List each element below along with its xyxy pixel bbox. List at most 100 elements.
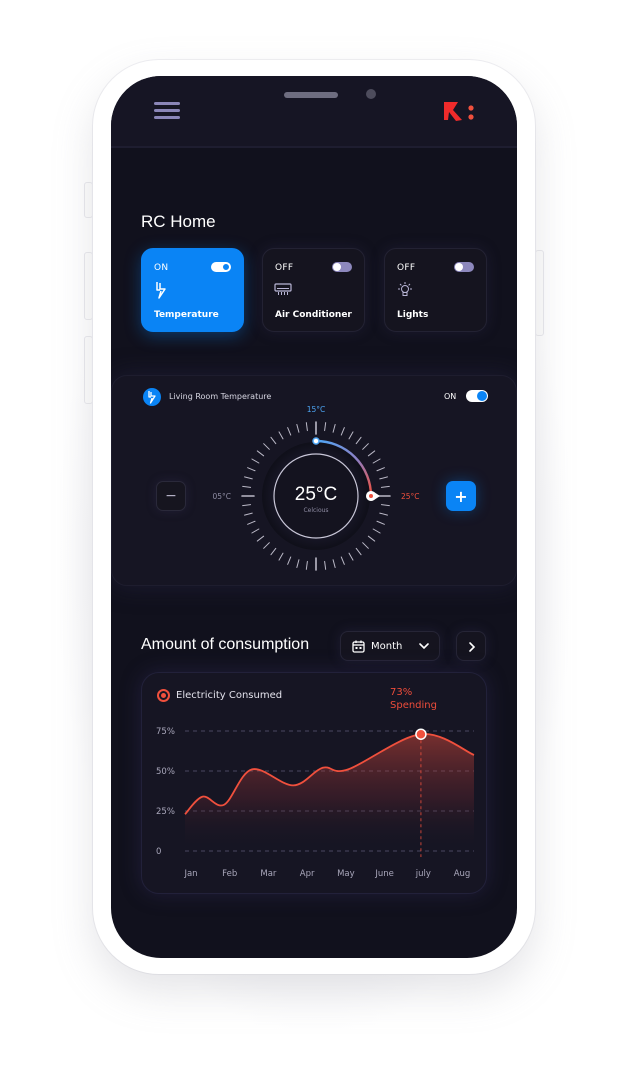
dial-tick bbox=[372, 528, 381, 534]
dial-tick bbox=[278, 552, 284, 561]
dial-tick bbox=[379, 512, 388, 516]
side-button-mute bbox=[84, 182, 93, 218]
dial-tick bbox=[367, 450, 376, 457]
device-toggle[interactable] bbox=[211, 262, 231, 272]
consumption-area bbox=[185, 733, 474, 851]
next-period-button[interactable] bbox=[456, 631, 486, 661]
x-tick-label: Apr bbox=[300, 869, 315, 879]
device-toggle[interactable] bbox=[454, 262, 474, 272]
dial-tick bbox=[287, 556, 292, 565]
legend-label: Electricity Consumed bbox=[176, 690, 283, 701]
dial-tick bbox=[247, 520, 256, 525]
dial-tick bbox=[372, 458, 381, 464]
dial-tick bbox=[270, 436, 277, 445]
side-button-volume-down bbox=[84, 336, 93, 404]
decrease-temperature-button[interactable]: − bbox=[156, 481, 186, 511]
x-tick-label: Mar bbox=[260, 869, 277, 879]
calendar-icon bbox=[352, 640, 365, 653]
x-tick-label: June bbox=[374, 869, 394, 879]
dial-unit-label: Celcious bbox=[303, 507, 328, 514]
x-tick-label: july bbox=[415, 869, 431, 879]
dial-tick bbox=[362, 542, 369, 549]
dial-tick bbox=[348, 431, 354, 440]
dial-tick bbox=[296, 559, 300, 568]
dial-tick bbox=[362, 443, 369, 450]
dial-tick bbox=[244, 512, 253, 516]
dial-tick bbox=[287, 427, 292, 436]
device-card-lights[interactable]: OFF Lights bbox=[384, 248, 487, 332]
x-tick-label: Jan bbox=[183, 869, 197, 879]
device-state: ON bbox=[154, 263, 169, 273]
y-tick-label: 0 bbox=[156, 847, 161, 857]
dial-tick bbox=[379, 476, 388, 480]
dial-tick bbox=[324, 560, 327, 570]
air-conditioner-icon bbox=[274, 283, 292, 295]
dial-tick bbox=[355, 436, 362, 445]
device-label: Lights bbox=[397, 310, 429, 320]
device-state: OFF bbox=[275, 263, 294, 273]
device-toggle[interactable] bbox=[332, 262, 352, 272]
device-card-air-conditioner[interactable]: OFF Air Conditioner bbox=[262, 248, 365, 332]
dial-tick bbox=[247, 467, 256, 472]
consumption-title: Amount of consumption bbox=[141, 636, 310, 653]
device-card-temperature[interactable]: ON Temperature bbox=[141, 248, 244, 332]
device-label: Temperature bbox=[154, 310, 219, 320]
dial-target-label: 25°C bbox=[401, 492, 420, 501]
lightning-icon bbox=[156, 282, 166, 299]
dial-tick bbox=[251, 528, 260, 534]
dial-tick bbox=[244, 476, 253, 480]
thermostat-title: Living Room Temperature bbox=[169, 392, 272, 401]
dial-tick bbox=[380, 504, 390, 507]
dial-tick bbox=[278, 431, 284, 440]
annotation-point bbox=[415, 728, 427, 740]
home-title: RC Home bbox=[141, 212, 216, 231]
device-state: OFF bbox=[397, 263, 416, 273]
dial-top-label: 15°C bbox=[307, 405, 326, 414]
dial-tick bbox=[332, 559, 336, 568]
dial-tick bbox=[348, 552, 354, 561]
chevron-right-icon bbox=[469, 642, 476, 652]
dial-start-handle bbox=[312, 437, 320, 445]
dial-tick bbox=[256, 450, 265, 457]
lightbulb-icon bbox=[398, 282, 412, 296]
dial-tick bbox=[367, 535, 376, 542]
thermostat-power-toggle[interactable] bbox=[466, 390, 488, 402]
dial-value: 25°C bbox=[295, 484, 337, 505]
lightning-icon bbox=[143, 388, 161, 406]
x-tick-label: May bbox=[337, 869, 355, 879]
consumption-chart-card: 0 25% 50% 75% Jan Feb Mar Apr May June july Aug El… bbox=[141, 672, 487, 894]
dial-tick bbox=[242, 485, 252, 488]
y-tick-label: 50% bbox=[156, 767, 175, 777]
annotation-value: 73% bbox=[390, 687, 413, 698]
period-select[interactable]: Month bbox=[340, 631, 440, 661]
y-tick-label: 25% bbox=[156, 807, 175, 817]
dial-tick bbox=[376, 520, 385, 525]
dial-tick bbox=[376, 467, 385, 472]
x-tick-label: Aug bbox=[454, 869, 471, 879]
annotation-label: Spending bbox=[390, 700, 437, 711]
dial-tick bbox=[324, 422, 327, 432]
dial-tick bbox=[305, 422, 308, 432]
dial-tick bbox=[355, 547, 362, 556]
period-select-value: Month bbox=[371, 641, 403, 652]
thermostat-card: 25°C Celcious 05°C 15°C 25°C Living Room… bbox=[111, 375, 517, 586]
dial-target-handle bbox=[366, 491, 380, 502]
dial-tick bbox=[380, 485, 390, 488]
dial-tick bbox=[263, 443, 270, 450]
dial-tick bbox=[242, 504, 252, 507]
speaker-grille bbox=[284, 92, 338, 98]
thermostat-power-state: ON bbox=[444, 392, 457, 401]
dial-tick bbox=[340, 427, 345, 436]
dial-tick bbox=[270, 547, 277, 556]
y-tick-label: 75% bbox=[156, 727, 175, 737]
top-bar bbox=[111, 76, 517, 148]
dial-tick bbox=[340, 556, 345, 565]
dial-tick bbox=[251, 458, 260, 464]
hamburger-menu-icon[interactable] bbox=[154, 102, 180, 120]
dial-tick bbox=[305, 560, 308, 570]
legend-marker bbox=[157, 689, 170, 702]
app-screen: RC Home ON Temperature OFF Air Condition… bbox=[111, 76, 517, 958]
increase-temperature-button[interactable]: + bbox=[446, 481, 476, 511]
front-camera bbox=[366, 89, 376, 99]
dial-tick bbox=[296, 424, 300, 433]
